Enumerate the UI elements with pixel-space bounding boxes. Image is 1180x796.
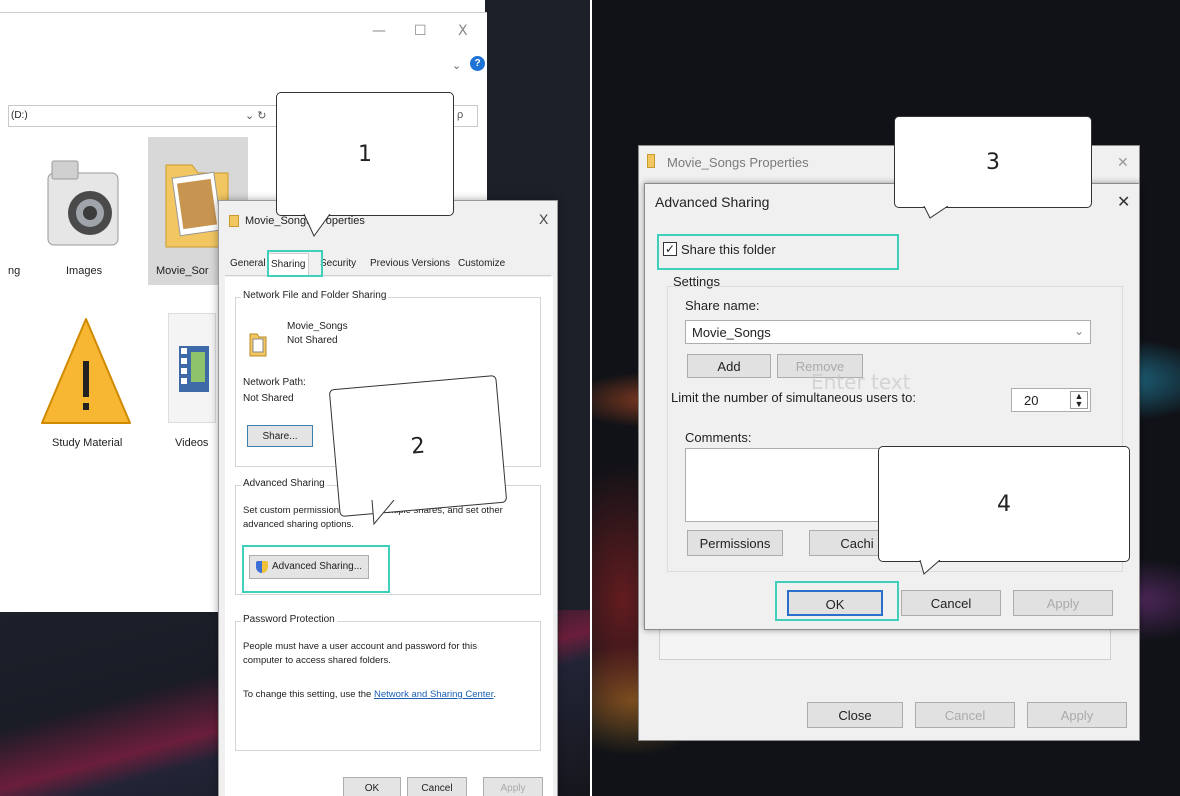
apply-button[interactable]: Apply xyxy=(483,777,543,796)
dialog-close-button[interactable]: ✕ xyxy=(1117,192,1130,212)
permissions-button[interactable]: Permissions xyxy=(687,530,783,556)
network-path-label: Network Path: xyxy=(243,377,306,388)
cancel-button[interactable]: Cancel xyxy=(901,590,1001,616)
tab-customize[interactable]: Customize xyxy=(455,253,508,275)
apply-button[interactable]: Apply xyxy=(1013,590,1113,616)
share-name-select[interactable]: Movie_Songs ⌄ xyxy=(685,320,1091,344)
group-heading: Password Protection xyxy=(241,614,337,625)
callout-2: 2 xyxy=(328,374,508,518)
shared-folder-icon xyxy=(249,333,267,357)
sharing-tab-panel: Network File and Folder Sharing Movie_So… xyxy=(225,277,553,796)
network-sharing-center-link[interactable]: Network and Sharing Center xyxy=(374,689,493,700)
password-text: computer to access shared folders. xyxy=(243,655,391,666)
folder-icon xyxy=(229,215,239,227)
user-limit-value: 20 xyxy=(1024,393,1039,408)
file-label: Study Material xyxy=(52,437,123,449)
right-panel: Movie_Songs Properties ✕ Close Cancel Ap… xyxy=(592,0,1180,796)
maximize-button[interactable]: ☐ xyxy=(414,23,427,39)
address-path: (D:) xyxy=(11,110,28,121)
ok-button[interactable]: OK xyxy=(343,777,401,796)
group-heading: Advanced Sharing xyxy=(241,478,327,489)
file-label: Images xyxy=(66,265,103,277)
password-change-prefix: To change this setting, use the xyxy=(243,689,374,700)
ribbon-expand-icon[interactable]: ⌄ xyxy=(452,59,461,72)
warning-icon[interactable] xyxy=(38,313,134,433)
dialog-close-button[interactable]: ✕ xyxy=(1117,154,1129,171)
cancel-button[interactable]: Cancel xyxy=(915,702,1015,728)
sharing-tab-highlight xyxy=(267,250,323,277)
share-name-label: Share name: xyxy=(685,298,760,313)
comments-label: Comments: xyxy=(685,430,752,445)
advanced-sharing-dialog: Advanced Sharing ✕ ✓ Share this folder S… xyxy=(644,183,1140,630)
tab-security[interactable]: Security xyxy=(317,253,359,275)
callout-3: 3 xyxy=(894,116,1092,208)
group-heading: Network File and Folder Sharing xyxy=(241,290,389,301)
callout-pointer xyxy=(923,206,949,219)
ok-highlight xyxy=(775,581,899,621)
add-button[interactable]: Add xyxy=(687,354,771,378)
callout-pointer xyxy=(371,500,395,526)
password-text: People must have a user account and pass… xyxy=(243,641,477,652)
share-status: Not Shared xyxy=(287,335,338,346)
share-name-value: Movie_Songs xyxy=(692,325,771,340)
advanced-sharing-highlight xyxy=(242,545,390,593)
chevron-down-icon: ⌄ xyxy=(1074,324,1085,338)
share-button[interactable]: Share... xyxy=(247,425,313,447)
password-change-text: To change this setting, use the Network … xyxy=(243,689,496,700)
network-path-value: Not Shared xyxy=(243,393,294,404)
apply-button[interactable]: Apply xyxy=(1027,702,1127,728)
close-button[interactable]: X xyxy=(458,23,468,39)
minimize-button[interactable]: — xyxy=(372,23,386,39)
file-label: Videos xyxy=(175,437,209,449)
file-label: Movie_Sor xyxy=(156,265,209,277)
dialog-title: Movie_Songs Properties xyxy=(667,155,809,170)
password-change-suffix: . xyxy=(493,689,496,700)
folder-name: Movie_Songs xyxy=(287,321,348,332)
callout-pointer xyxy=(303,214,331,237)
folder-icon xyxy=(647,154,655,168)
refresh-icon[interactable]: ⌄ ↻ xyxy=(245,109,267,122)
cancel-button[interactable]: Cancel xyxy=(407,777,467,796)
tab-general[interactable]: General xyxy=(227,253,269,275)
videos-folder-icon[interactable] xyxy=(168,313,216,423)
user-limit-label: Limit the number of simultaneous users t… xyxy=(671,390,916,405)
search-icon[interactable]: ρ xyxy=(457,109,463,121)
images-folder-icon[interactable] xyxy=(40,153,130,253)
tab-previous-versions[interactable]: Previous Versions xyxy=(367,253,453,275)
close-button[interactable]: Close xyxy=(807,702,903,728)
user-limit-spinner[interactable]: 20 ▲ ▼ xyxy=(1011,388,1091,412)
file-label: ng xyxy=(8,265,21,277)
callout-1: 1 xyxy=(276,92,454,216)
share-checkbox-highlight xyxy=(657,234,899,270)
advanced-sharing-description: advanced sharing options. xyxy=(243,519,354,530)
help-icon[interactable]: ? xyxy=(470,56,485,71)
left-panel: — ☐ X ⌄ ? (D:) ⌄ ↻ ρ ng Images Movie_Sor… xyxy=(0,0,590,796)
callout-4: 4 xyxy=(878,446,1130,562)
dialog-title: Advanced Sharing xyxy=(655,194,770,210)
dialog-close-button[interactable]: X xyxy=(539,211,548,227)
callout-pointer xyxy=(919,560,941,575)
spinner-arrows-icon[interactable]: ▲ ▼ xyxy=(1070,391,1088,409)
